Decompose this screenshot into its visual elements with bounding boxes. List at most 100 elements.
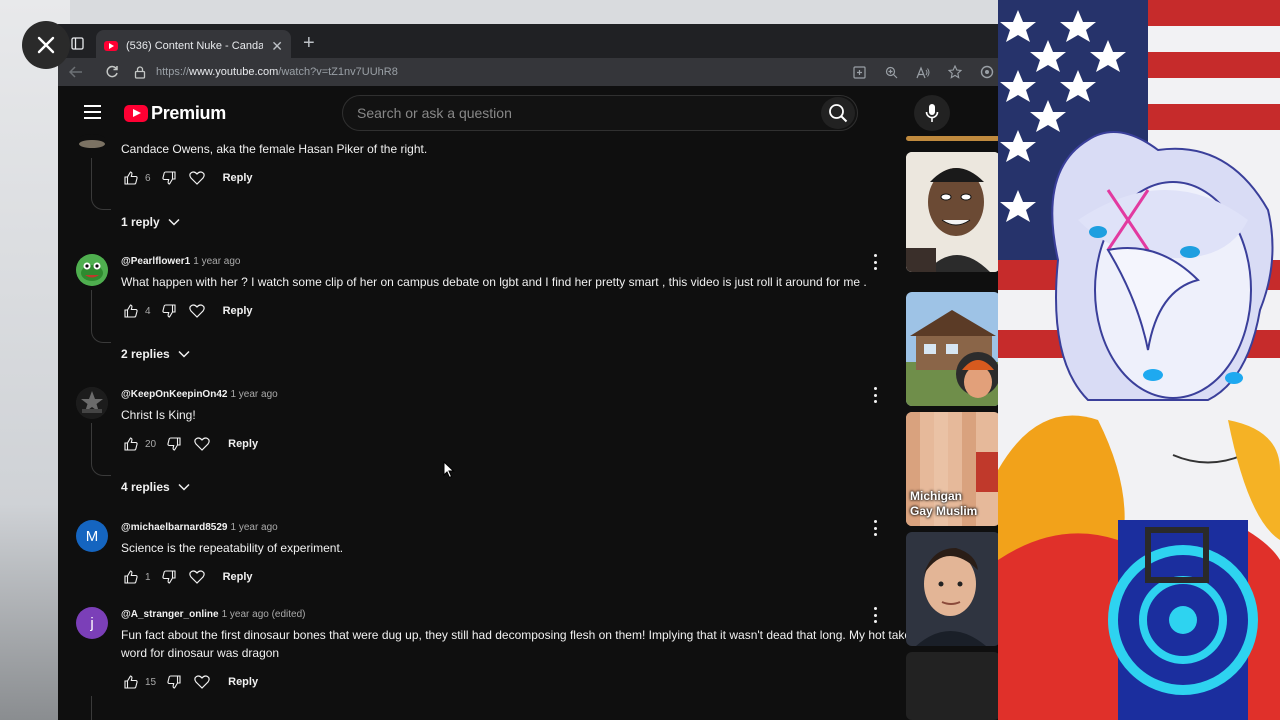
youtube-header: Premium Search or ask a question xyxy=(58,88,1000,138)
replies-toggle-button[interactable]: 1 reply xyxy=(121,215,180,229)
reply-button[interactable]: Reply xyxy=(228,438,258,450)
menu-hamburger-icon[interactable] xyxy=(84,105,101,119)
comment-author[interactable]: @michaelbarnard8529 xyxy=(121,522,227,533)
heart-icon[interactable] xyxy=(192,434,212,454)
site-info-lock-icon[interactable] xyxy=(134,65,146,79)
logo-text: Premium xyxy=(151,103,226,123)
related-video-thumbnail[interactable] xyxy=(906,652,1000,720)
thumbnail-caption: Michigan Gay Muslim xyxy=(910,489,977,519)
dislike-thumb-down-icon[interactable] xyxy=(164,434,184,454)
new-tab-plus-icon[interactable]: + xyxy=(303,32,315,55)
heart-icon[interactable] xyxy=(187,301,207,321)
voice-search-button[interactable] xyxy=(914,95,950,131)
comment-actions: 1 Reply xyxy=(121,567,253,587)
comment-more-kebab-icon[interactable] xyxy=(870,520,880,536)
comment-time[interactable]: 1 year ago xyxy=(193,256,240,267)
dislike-thumb-down-icon[interactable] xyxy=(159,168,179,188)
like-count: 1 xyxy=(145,571,151,583)
app-available-icon[interactable] xyxy=(850,63,868,81)
comment-text: Science is the repeatability of experime… xyxy=(121,541,344,555)
heart-icon[interactable] xyxy=(187,567,207,587)
like-thumb-up-icon[interactable] xyxy=(121,672,141,692)
like-thumb-up-icon[interactable] xyxy=(121,301,141,321)
like-count: 20 xyxy=(145,438,157,450)
comment-text: Christ Is King! xyxy=(121,408,196,422)
related-video-thumbnail[interactable] xyxy=(906,292,1000,406)
comment-more-kebab-icon[interactable] xyxy=(870,254,880,270)
dislike-thumb-down-icon[interactable] xyxy=(159,567,179,587)
thread-curve xyxy=(91,462,111,476)
thread-line xyxy=(91,158,92,196)
tab-title: (536) Content Nuke - Candace O xyxy=(126,40,264,52)
related-video-thumbnail[interactable] xyxy=(906,136,1000,141)
comment-time[interactable]: 1 year ago (edited) xyxy=(222,609,306,620)
reply-button[interactable]: Reply xyxy=(223,305,253,317)
like-thumb-up-icon[interactable] xyxy=(121,168,141,188)
reload-icon[interactable] xyxy=(94,65,130,79)
heart-icon[interactable] xyxy=(187,168,207,188)
thread-line xyxy=(91,696,92,720)
read-aloud-icon[interactable] xyxy=(914,63,932,81)
comment-author[interactable]: @KeepOnKeepinOn42 xyxy=(121,389,227,400)
comment-actions: 4 Reply xyxy=(121,301,253,321)
comment-avatar[interactable]: M xyxy=(76,520,108,552)
close-icon xyxy=(37,36,55,54)
related-videos-sidebar: Michigan Gay Muslim xyxy=(906,136,1000,720)
comment-meta: @A_stranger_online 1 year ago (edited) xyxy=(121,609,306,620)
browser-window: (536) Content Nuke - Candace O ✕ + https… xyxy=(58,24,1000,720)
close-overlay-button[interactable] xyxy=(22,21,70,69)
thread-line xyxy=(91,423,92,462)
comment-author[interactable]: @A_stranger_online xyxy=(121,609,219,620)
comment-avatar[interactable] xyxy=(76,134,108,150)
address-bar[interactable]: https://www.youtube.com/watch?v=tZ1nv7UU… xyxy=(134,58,398,86)
favorite-star-icon[interactable] xyxy=(946,63,964,81)
search-input[interactable]: Search or ask a question xyxy=(357,105,512,121)
comment-avatar[interactable] xyxy=(76,387,108,419)
thread-line xyxy=(91,290,92,329)
search-button[interactable] xyxy=(821,97,855,129)
chevron-down-icon xyxy=(168,218,180,226)
like-thumb-up-icon[interactable] xyxy=(121,567,141,587)
comment-author[interactable]: @Pearlflower1 xyxy=(121,256,190,267)
url-text[interactable]: https://www.youtube.com/watch?v=tZ1nv7UU… xyxy=(156,66,398,78)
comment-time[interactable]: 1 year ago xyxy=(230,389,277,400)
comment-meta: @KeepOnKeepinOn42 1 year ago xyxy=(121,389,278,400)
replies-toggle-button[interactable]: 4 replies xyxy=(121,480,190,494)
related-video-thumbnail[interactable] xyxy=(906,152,1000,272)
search-box[interactable]: Search or ask a question xyxy=(342,95,858,131)
tab-close-icon[interactable]: ✕ xyxy=(271,38,283,55)
dislike-thumb-down-icon[interactable] xyxy=(159,301,179,321)
replies-toggle-button[interactable]: 2 replies xyxy=(121,347,190,361)
related-video-thumbnail[interactable]: Michigan Gay Muslim xyxy=(906,412,1000,526)
tab-bar: (536) Content Nuke - Candace O ✕ + xyxy=(58,24,1000,62)
reply-button[interactable]: Reply xyxy=(228,676,258,688)
reply-button[interactable]: Reply xyxy=(223,172,253,184)
thread-curve xyxy=(91,196,111,210)
youtube-premium-logo[interactable]: Premium xyxy=(124,103,226,124)
comment-more-kebab-icon[interactable] xyxy=(870,387,880,403)
zoom-icon[interactable] xyxy=(882,63,900,81)
youtube-favicon-icon xyxy=(104,41,118,51)
thumbnail-caption-line2: Gay Muslim xyxy=(910,504,978,518)
back-arrow-icon[interactable] xyxy=(58,66,94,78)
replies-count-label: 2 replies xyxy=(121,347,170,361)
dislike-thumb-down-icon[interactable] xyxy=(164,672,184,692)
house-thumbnail-image xyxy=(906,292,1000,406)
related-video-thumbnail[interactable] xyxy=(906,532,1000,646)
comment-text: What happen with her ? I watch some clip… xyxy=(121,275,867,289)
extensions-icon[interactable] xyxy=(978,63,996,81)
replies-count-label: 1 reply xyxy=(121,215,160,229)
heart-icon[interactable] xyxy=(192,672,212,692)
comment-more-kebab-icon[interactable] xyxy=(870,607,880,623)
streamer-overlay xyxy=(998,0,1280,720)
reply-button[interactable]: Reply xyxy=(223,571,253,583)
like-thumb-up-icon[interactable] xyxy=(121,434,141,454)
url-domain: www.youtube.com xyxy=(189,66,279,78)
address-toolbar: https://www.youtube.com/watch?v=tZ1nv7UU… xyxy=(58,58,1000,86)
comment-avatar[interactable] xyxy=(76,254,108,286)
comment-time[interactable]: 1 year ago xyxy=(230,522,277,533)
replies-count-label: 4 replies xyxy=(121,480,170,494)
like-count: 6 xyxy=(145,172,151,184)
youtube-play-logo-icon xyxy=(124,105,148,122)
comment-avatar[interactable]: j xyxy=(76,607,108,639)
